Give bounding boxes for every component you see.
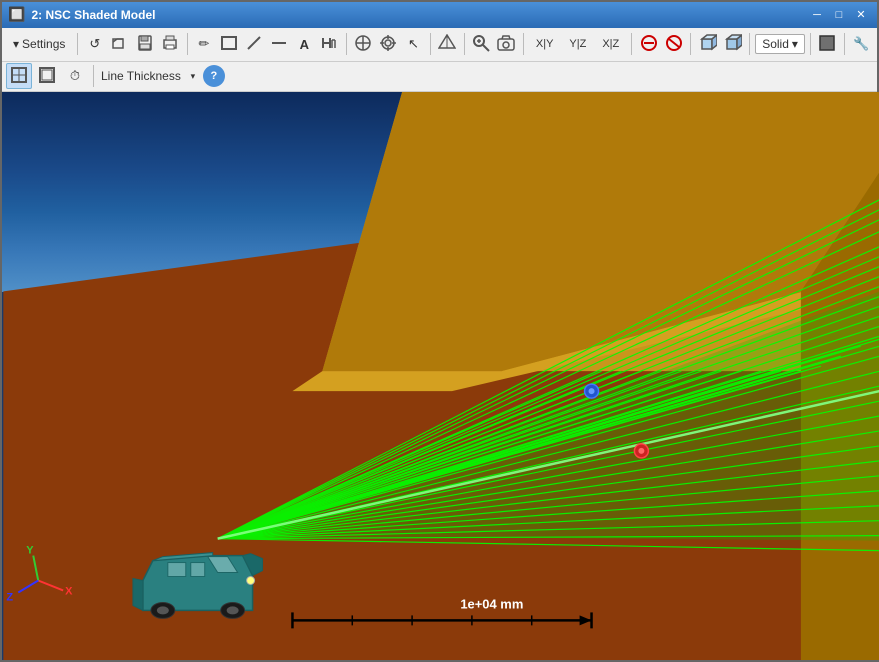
diagonal-line-button[interactable] [243,31,266,57]
van-model [133,552,263,618]
solid-label: Solid [762,37,789,51]
separator-2 [187,33,188,55]
wrench-button[interactable]: 🔧 [850,31,873,57]
line-thickness-dropdown[interactable]: ▾ [185,63,201,89]
toolbar-row1: ▾ Settings ↺ ✏ [2,28,877,62]
print-icon [162,35,178,54]
rectangle-button[interactable] [218,31,241,57]
separator-8 [690,33,691,55]
separator-5 [464,33,465,55]
solid-dropdown-arrow: ▾ [792,37,798,51]
toolbar-row2: ⏱ Line Thickness ▾ ? [2,62,877,92]
help-icon: ? [210,70,217,82]
separator-10 [810,33,811,55]
axis-xz-label: X|Z [600,38,621,50]
color-swatch-button[interactable] [816,31,839,57]
shaded-button[interactable] [721,31,744,57]
text-a-button[interactable]: A [293,31,316,57]
line-thickness-label: Line Thickness [99,69,183,83]
separator-7 [631,33,632,55]
maximize-button[interactable]: □ [829,6,849,24]
svg-text:1e+04 mm: 1e+04 mm [460,596,523,611]
open-button[interactable] [108,31,131,57]
title-bar: 🔲 2: NSC Shaded Model ─ □ ✕ [2,2,877,28]
cube-icon [699,34,717,55]
clock-button[interactable]: ⏱ [62,63,88,89]
text-h-button[interactable] [318,31,341,57]
separator-3 [346,33,347,55]
border-view-icon [10,66,28,87]
pencil-icon: ✏ [199,36,210,52]
crosshair1-icon [354,34,372,55]
settings-arrow: ▾ [13,37,19,51]
crosshair2-button[interactable] [377,31,400,57]
detector-red-highlight [638,448,644,454]
help-button[interactable]: ? [203,65,225,87]
wireframe-button[interactable] [436,31,459,57]
open-icon [112,35,128,54]
svg-text:Z: Z [6,591,13,603]
save-button[interactable] [133,31,156,57]
svg-text:Y: Y [26,544,34,556]
cube-button[interactable] [696,31,719,57]
viewport-3d[interactable]: 1e+04 mm X Y Z [2,92,879,660]
separator-6 [523,33,524,55]
separator-t2-1 [93,65,94,87]
axis-yz-button[interactable]: Y|Z [562,31,593,57]
crosshair1-button[interactable] [352,31,375,57]
block-button1[interactable] [637,31,660,57]
crosshair2-icon [379,34,397,55]
window-icon: 🔲 [8,6,25,23]
refresh-icon: ↺ [89,36,100,52]
wireframe-icon [438,34,456,55]
save-icon [137,35,153,54]
zoom-button[interactable] [470,31,493,57]
refresh-button[interactable]: ↺ [83,31,106,57]
rectangle-icon [221,36,237,53]
color-swatch-icon [818,34,836,55]
camera-button[interactable] [495,31,518,57]
horiz-line-button[interactable] [268,31,291,57]
separator-4 [430,33,431,55]
separator-11 [844,33,845,55]
close-button[interactable]: ✕ [851,6,871,24]
camera-icon [497,35,515,54]
block-icon2 [665,34,683,55]
pencil-button[interactable]: ✏ [192,31,215,57]
shaded-icon [724,34,742,55]
print-button[interactable] [159,31,182,57]
minimize-button[interactable]: ─ [807,6,827,24]
arrow-icon: ↖ [408,36,419,52]
line-thickness-arrow: ▾ [191,71,196,82]
title-bar-left: 🔲 2: NSC Shaded Model [8,6,155,23]
horiz-line-icon [271,35,287,54]
separator-1 [77,33,78,55]
title-bar-controls: ─ □ ✕ [807,6,871,24]
arrow-button[interactable]: ↖ [402,31,425,57]
text-h-icon [321,35,337,54]
viewport-svg: 1e+04 mm X Y Z [2,92,879,660]
solid-dropdown-button[interactable]: Solid ▾ [755,34,805,54]
axis-xy-label: X|Y [534,38,556,50]
settings-button[interactable]: ▾ Settings [6,34,72,54]
grid-view-button[interactable] [34,63,60,89]
block-icon1 [640,34,658,55]
block-button2[interactable] [662,31,685,57]
text-a-icon: A [300,37,309,52]
sensor-blue-highlight [589,388,595,394]
zoom-icon [472,34,490,55]
clock-icon: ⏱ [70,68,80,84]
window-title: 2: NSC Shaded Model [31,8,155,22]
svg-text:X: X [65,585,73,597]
axis-yz-label: Y|Z [567,38,588,50]
axis-xy-button[interactable]: X|Y [529,31,561,57]
axis-xz-button[interactable]: X|Z [595,31,626,57]
border-view-button[interactable] [6,63,32,89]
settings-label: Settings [22,37,65,51]
grid-view-icon [38,66,56,87]
window-frame: 🔲 2: NSC Shaded Model ─ □ ✕ ▾ Settings ↺ [0,0,879,662]
separator-9 [749,33,750,55]
wrench-icon: 🔧 [853,36,869,52]
diagonal-line-icon [246,35,262,54]
